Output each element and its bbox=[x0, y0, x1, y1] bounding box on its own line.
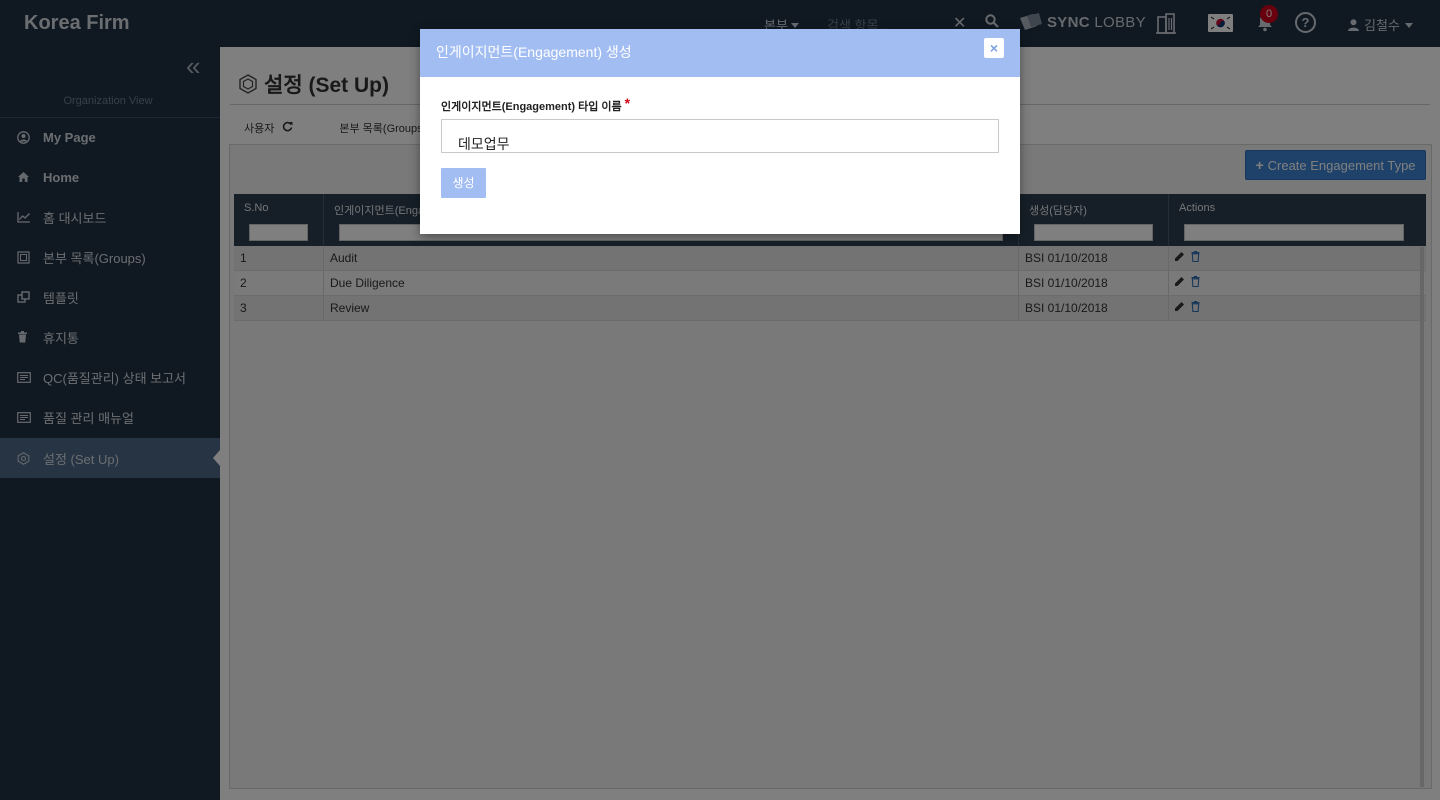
create-submit-button[interactable]: 생성 bbox=[441, 168, 486, 198]
close-icon[interactable]: × bbox=[984, 38, 1004, 58]
modal-header: 인게이지먼트(Engagement) 생성 × bbox=[420, 29, 1020, 77]
required-asterisk: * bbox=[624, 95, 631, 111]
create-engagement-modal: 인게이지먼트(Engagement) 생성 × 인게이지먼트(Engagemen… bbox=[420, 29, 1020, 234]
field-label-text: 인게이지먼트(Engagement) 타입 이름 bbox=[441, 101, 622, 113]
engagement-type-name-input[interactable]: 데모업무 bbox=[441, 119, 999, 153]
modal-title: 인게이지먼트(Engagement) 생성 bbox=[436, 44, 632, 60]
engagement-type-name-label: 인게이지먼트(Engagement) 타입 이름 * bbox=[441, 95, 631, 114]
